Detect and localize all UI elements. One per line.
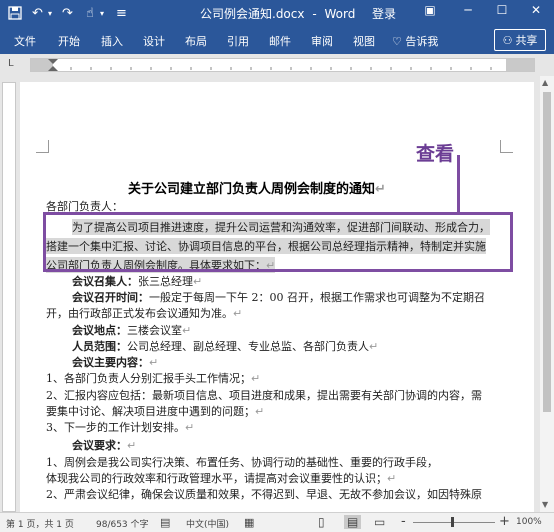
zoom-out-button[interactable]: - xyxy=(401,514,406,529)
horizontal-ruler-row: L xyxy=(0,54,554,76)
line-label: 会议主要内容： xyxy=(72,356,149,369)
app-name: Word xyxy=(324,7,356,21)
zoom-slider[interactable] xyxy=(413,517,495,527)
save-icon[interactable] xyxy=(8,4,22,22)
ribbon-tabs: 文件 开始 插入 设计 布局 引用 邮件 审阅 视图 ♡ 告诉我 ⚇ 共享 xyxy=(0,26,554,54)
tab-references[interactable]: 引用 xyxy=(227,33,249,49)
doc-line: 会议召开时间：一般定于每周一下午 2：00 召开，根据工作需求也可调整为不定期召 xyxy=(72,289,485,305)
scroll-thumb[interactable] xyxy=(543,92,551,412)
web-layout-icon[interactable]: ▭ xyxy=(374,515,385,529)
page-title: 关于公司建立部门负责人周例会制度的通知↵ xyxy=(128,182,386,197)
callout-label: 查看 xyxy=(416,143,455,165)
lightbulb-icon: ♡ xyxy=(392,35,402,48)
line-text: 开，由行政部正式发布会议通知为准。 xyxy=(46,307,233,320)
doc-line: 1、周例会是我公司实行决策、布置任务、协调行动的基础性、重要的行政手段， xyxy=(46,454,438,470)
doc-line: 2、严肃会议纪律，确保会议质量和效果，不得迟到、早退、无故不参加会议，如因特殊原 xyxy=(46,486,482,502)
tab-view[interactable]: 视图 xyxy=(353,33,375,49)
line-text: 三楼会议室 xyxy=(127,324,182,337)
heading-text: 关于公司建立部门负责人周例会制度的通知 xyxy=(128,182,376,197)
crop-mark xyxy=(500,140,513,153)
page-count[interactable]: 第 1 页，共 1 页 xyxy=(6,517,74,530)
line-text: 公司总经理、副总经理、专业总监、各部门负责人 xyxy=(127,340,369,353)
word-count[interactable]: 98/653 个字 xyxy=(96,517,149,530)
title-bar: ↶ ▾ ↷ ☝ ▾ ≡ 公司例会通知.docx - Word 登录 ▣ ─ ☐ … xyxy=(0,0,554,26)
close-icon[interactable]: ✕ xyxy=(526,3,546,17)
tab-mailings[interactable]: 邮件 xyxy=(269,33,291,49)
zoom-slider-thumb[interactable] xyxy=(451,517,454,527)
language[interactable]: 中文(中国) xyxy=(186,517,229,530)
zoom-in-button[interactable]: + xyxy=(499,514,510,529)
crop-mark xyxy=(36,140,49,153)
indent-markers[interactable] xyxy=(47,59,59,71)
scroll-down-arrow[interactable]: ▼ xyxy=(542,500,548,509)
document-title: 公司例会通知.docx - Word xyxy=(200,5,355,22)
callout-box xyxy=(43,212,513,272)
touch-mode-icon[interactable]: ☝ xyxy=(86,4,94,22)
chevron-down-icon[interactable]: ▾ xyxy=(48,4,52,22)
line-label: 会议要求： xyxy=(72,439,127,452)
doc-line: 3、下一步的工作计划安排。↵ xyxy=(46,421,195,434)
redo-icon[interactable]: ↷ xyxy=(62,4,73,22)
line-label: 会议召集人： xyxy=(72,275,138,288)
tab-home[interactable]: 开始 xyxy=(58,33,80,49)
doc-line: 会议主要内容：↵ xyxy=(72,356,159,369)
read-mode-icon[interactable]: ▯ xyxy=(318,515,325,529)
chevron-down-icon[interactable]: ▾ xyxy=(100,4,104,22)
share-label: 共享 xyxy=(515,34,538,47)
ruler-ticks xyxy=(70,67,492,70)
vertical-scrollbar[interactable]: ▲ ▼ xyxy=(540,76,554,512)
proofing-icon[interactable]: ▤ xyxy=(160,516,170,529)
doc-line: 人员范围：公司总经理、副总经理、专业总监、各部门负责人↵ xyxy=(72,340,379,353)
line-text: 要集中讨论、解决项目进度中遇到的问题； xyxy=(46,405,255,418)
tell-me-label: 告诉我 xyxy=(405,35,439,48)
tell-me-search[interactable]: ♡ 告诉我 xyxy=(392,33,438,49)
ribbon-display-options-icon[interactable]: ▣ xyxy=(420,3,440,17)
line-text: 一般定于每周一下午 2：00 召开，根据工作需求也可调整为不定期召 xyxy=(149,291,485,304)
line-text: 张三总经理 xyxy=(138,275,193,288)
scroll-up-arrow[interactable]: ▲ xyxy=(542,78,548,87)
doc-line: 开，由行政部正式发布会议通知为准。↵ xyxy=(46,307,243,320)
line-label: 会议召开时间： xyxy=(72,291,149,304)
tab-design[interactable]: 设计 xyxy=(143,33,165,49)
line-text: 2、汇报内容应包括：最新项目信息、项目进度和成果，提出需要有关部门协调的内容，需 xyxy=(46,389,482,402)
customize-toolbar-icon[interactable]: ≡ xyxy=(116,4,127,22)
login-button[interactable]: 登录 xyxy=(372,5,396,22)
maximize-icon[interactable]: ☐ xyxy=(492,3,512,17)
print-layout-icon[interactable]: ▤ xyxy=(344,515,362,529)
horizontal-ruler[interactable] xyxy=(30,58,535,72)
zoom-level[interactable]: 100% xyxy=(516,517,542,527)
doc-line: 体现我公司的行政效率和行政管理水平，请提高对会议重要性的认识；↵ xyxy=(46,472,397,485)
share-button[interactable]: ⚇ 共享 xyxy=(494,29,546,51)
doc-line: 2、汇报内容应包括：最新项目信息、项目进度和成果，提出需要有关部门协调的内容，需 xyxy=(46,387,482,403)
line-label: 人员范围： xyxy=(72,340,127,353)
line-text: 1、周例会是我公司实行决策、布置任务、协调行动的基础性、重要的行政手段， xyxy=(46,456,438,469)
document-page[interactable]: 关于公司建立部门负责人周例会制度的通知↵ 各部门负责人： 为了提高公司项目推进速… xyxy=(20,82,534,512)
doc-line: 会议地点：三楼会议室↵ xyxy=(72,324,192,337)
tab-insert[interactable]: 插入 xyxy=(101,33,123,49)
callout-connector xyxy=(457,155,460,213)
line-text: 体现我公司的行政效率和行政管理水平，请提高对会议重要性的认识； xyxy=(46,472,387,485)
macro-icon[interactable]: ▦ xyxy=(244,516,254,529)
doc-line: 要集中讨论、解决项目进度中遇到的问题；↵ xyxy=(46,405,265,418)
title-separator: - xyxy=(312,7,317,21)
tab-layout[interactable]: 布局 xyxy=(185,33,207,49)
line-text: 1、各部门负责人分别汇报手头工作情况； xyxy=(46,372,251,385)
doc-line: 1、各部门负责人分别汇报手头工作情况；↵ xyxy=(46,372,261,385)
tab-file[interactable]: 文件 xyxy=(14,33,36,49)
status-bar: 第 1 页，共 1 页 98/653 个字 ▤ 中文(中国) ▦ ▯ ▤ ▭ -… xyxy=(0,512,554,532)
vertical-ruler[interactable] xyxy=(2,82,16,512)
line-text: 2、严肃会议纪律，确保会议质量和效果，不得迟到、早退、无故不参加会议，如因特殊原 xyxy=(46,488,482,501)
minimize-icon[interactable]: ─ xyxy=(458,3,478,17)
tab-review[interactable]: 审阅 xyxy=(311,33,333,49)
tab-selector[interactable]: L xyxy=(8,58,14,69)
doc-line: 会议召集人：张三总经理↵ xyxy=(72,275,203,288)
document-name: 公司例会通知.docx xyxy=(200,7,305,21)
person-icon: ⚇ xyxy=(502,33,513,47)
line-label: 会议地点： xyxy=(72,324,127,337)
doc-line: 会议要求：↵ xyxy=(72,439,137,452)
line-text: 3、下一步的工作计划安排。 xyxy=(46,421,185,434)
undo-icon[interactable]: ↶ xyxy=(32,4,43,22)
